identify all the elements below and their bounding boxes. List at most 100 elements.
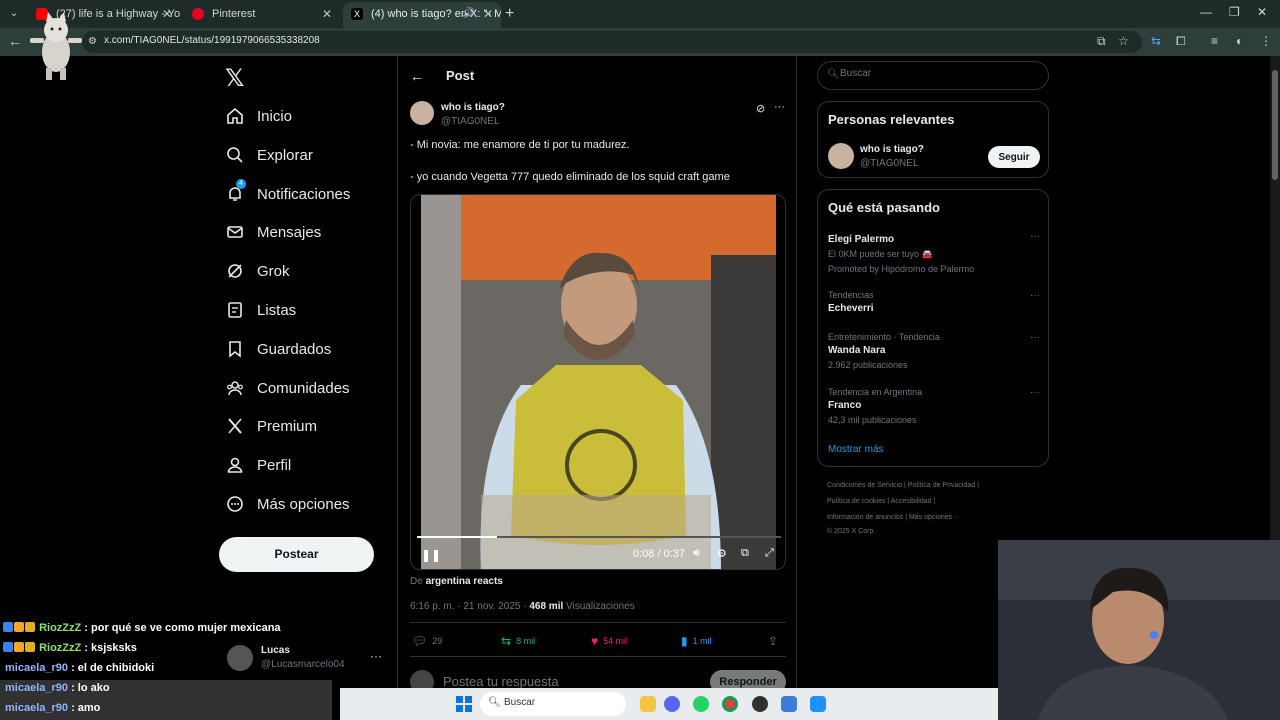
- video-progress-bar[interactable]: [417, 536, 781, 538]
- reply-action[interactable]: 💬︎ 29: [412, 634, 442, 648]
- trend-item[interactable]: Elegí Palermo El 0KM puede ser tuyo 🚘 Pr…: [828, 231, 1040, 274]
- star-icon[interactable]: ☆: [1118, 34, 1129, 48]
- maximize-icon[interactable]: ❐: [1229, 5, 1240, 19]
- card-title: Qué está pasando: [828, 200, 940, 215]
- pause-icon[interactable]: ❚❚: [421, 548, 441, 562]
- tab-search-icon[interactable]: ⌄: [6, 6, 22, 22]
- sidebar-item-premium[interactable]: Premium: [226, 412, 317, 440]
- author-handle[interactable]: @TIAG0NEL: [441, 116, 500, 127]
- search-box[interactable]: 🔍︎: [817, 61, 1049, 90]
- sidebar-item-explorar[interactable]: Explorar: [226, 141, 313, 169]
- trend-item[interactable]: Tendencia en Argentina Franco 42,3 mil p…: [828, 387, 1040, 425]
- more-icon[interactable]: ···: [1030, 332, 1040, 343]
- sidebar-item-mensajes[interactable]: Mensajes: [226, 218, 321, 246]
- person-handle[interactable]: @TIAG0NEL: [860, 158, 919, 169]
- fullscreen-icon[interactable]: ⤢: [765, 547, 774, 560]
- trend-item[interactable]: Entretenimiento · Tendencia Wanda Nara 2…: [828, 332, 1040, 370]
- post-button[interactable]: Postear: [219, 537, 374, 572]
- app-icon[interactable]: [781, 696, 797, 712]
- sidebar-item-listas[interactable]: Listas: [226, 296, 296, 324]
- source-link[interactable]: argentina reacts: [426, 576, 503, 587]
- sidebar-item-mas-opciones[interactable]: Más opciones: [226, 490, 350, 518]
- more-icon[interactable]: ···: [1030, 387, 1040, 398]
- chat-username: RiozZzZ: [39, 642, 82, 654]
- views-count: 468 mil: [529, 601, 564, 612]
- sidebar-item-label: Notificaciones: [257, 185, 351, 203]
- sidebar-item-notificaciones[interactable]: 4 Notificaciones: [226, 179, 351, 208]
- back-arrow-icon[interactable]: ←: [410, 68, 424, 84]
- close-icon[interactable]: ✕: [483, 2, 493, 26]
- follow-button[interactable]: Seguir: [988, 146, 1040, 168]
- footer-links[interactable]: Información de anuncios | Más opciones ·…: [827, 514, 961, 521]
- menu-icon[interactable]: ⋮: [1260, 34, 1272, 48]
- more-icon[interactable]: ···: [370, 649, 382, 663]
- mail-icon: [226, 223, 244, 241]
- media-icon[interactable]: ≡: [1211, 34, 1218, 48]
- file-explorer-icon[interactable]: [640, 696, 656, 712]
- store-icon[interactable]: [810, 696, 826, 712]
- speaker-icon[interactable]: 🔊: [463, 2, 475, 26]
- footer-links[interactable]: Condiciones de Servicio | Política de Pr…: [827, 482, 979, 489]
- address-bar[interactable]: ⚙ x.com/TIAG0NEL/status/1991979066535338…: [82, 31, 1142, 53]
- bookmark-action[interactable]: ▮ 1 mil: [681, 634, 712, 648]
- person-name[interactable]: who is tiago?: [860, 144, 924, 155]
- minimize-icon[interactable]: —: [1200, 5, 1212, 19]
- tab-pinterest[interactable]: Pinterest ✕: [184, 2, 340, 28]
- search-input[interactable]: [840, 68, 1040, 79]
- video-player[interactable]: ❚❚ 0:08 / 0:37 🔊︎ ⚙ ⧉ ⤢: [410, 194, 786, 570]
- sidebar-item-guardados[interactable]: Guardados: [226, 335, 331, 363]
- settings-icon[interactable]: ⚙: [717, 547, 727, 560]
- more-icon[interactable]: ···: [1030, 290, 1040, 301]
- whatsapp-icon[interactable]: [693, 696, 709, 712]
- back-arrow-icon[interactable]: ←: [8, 33, 22, 49]
- chrome-icon[interactable]: [722, 696, 738, 712]
- profile-icon[interactable]: ◐: [1236, 34, 1243, 48]
- more-icon[interactable]: ···: [1030, 231, 1040, 242]
- sidebar-item-grok[interactable]: Grok: [226, 257, 290, 285]
- tab-x-post[interactable]: X (4) who is tiago? en X: "- Mi 🔊 ✕: [343, 2, 501, 28]
- x-logo-icon[interactable]: 𝕏: [225, 64, 244, 93]
- close-icon[interactable]: ✕: [162, 2, 172, 26]
- grok-icon[interactable]: ⊘: [756, 102, 765, 115]
- scrollbar-thumb[interactable]: [1272, 70, 1278, 180]
- chat-message: micaela_r90 : lo ako: [5, 682, 110, 694]
- bookmark-count: 1 mil: [692, 636, 712, 646]
- reply-input[interactable]: Postea tu respuesta: [443, 674, 559, 689]
- more-icon[interactable]: ···: [774, 101, 785, 113]
- repost-action[interactable]: ⇆ 8 mil: [501, 634, 535, 648]
- picture-in-picture-icon[interactable]: ⧉: [741, 547, 749, 560]
- account-handle: @Lucasmarcelo04: [261, 659, 345, 670]
- chat-message: RiozZzZ : por qué se ve como mujer mexic…: [3, 622, 281, 634]
- taskbar-search[interactable]: 🔍︎ Buscar: [480, 692, 626, 716]
- extensions-icon[interactable]: ⧠: [1176, 34, 1186, 49]
- show-more-link[interactable]: Mostrar más: [828, 444, 884, 455]
- share-action[interactable]: ⇪: [768, 634, 778, 648]
- sidebar-item-comunidades[interactable]: Comunidades: [226, 374, 350, 402]
- close-icon[interactable]: ✕: [322, 2, 332, 26]
- new-tab-icon[interactable]: +: [505, 5, 514, 23]
- screen: ⌄ (27) life is a Highway - YouTube ✕ Pin…: [0, 0, 1280, 720]
- footer-links[interactable]: Política de cookies | Accesibilidad |: [827, 498, 935, 505]
- close-window-icon[interactable]: ✕: [1257, 5, 1267, 19]
- author-avatar[interactable]: [410, 101, 434, 125]
- post-column: ← Post who is tiago? @TIAG0NEL ⊘ ··· - M…: [397, 56, 797, 720]
- card-title: Personas relevantes: [828, 112, 955, 127]
- volume-icon[interactable]: 🔊︎: [693, 547, 700, 560]
- discord-icon[interactable]: [664, 696, 680, 712]
- like-action[interactable]: ♥ 54 mil: [591, 634, 627, 648]
- sidebar-item-inicio[interactable]: Inicio: [226, 102, 292, 130]
- obs-icon[interactable]: [752, 696, 768, 712]
- post-time[interactable]: 6:16 p. m. · 21 nov. 2025 ·: [410, 601, 527, 612]
- avatar[interactable]: [828, 143, 854, 169]
- install-icon[interactable]: ⧉: [1097, 34, 1106, 49]
- copyright: © 2025 X Corp.: [827, 528, 876, 535]
- translate-icon[interactable]: ⇆: [1151, 34, 1161, 48]
- trend-item[interactable]: Tendencias Echeverri ···: [828, 290, 1040, 314]
- trend-name: Elegí Palermo: [828, 234, 895, 245]
- chat-message: micaela_r90 : amo: [5, 702, 100, 714]
- search-icon: [226, 146, 244, 164]
- site-info-icon[interactable]: ⚙: [88, 36, 97, 47]
- sidebar-item-perfil[interactable]: Perfil: [226, 451, 291, 479]
- windows-start-icon[interactable]: [456, 696, 472, 712]
- author-name[interactable]: who is tiago?: [441, 102, 505, 113]
